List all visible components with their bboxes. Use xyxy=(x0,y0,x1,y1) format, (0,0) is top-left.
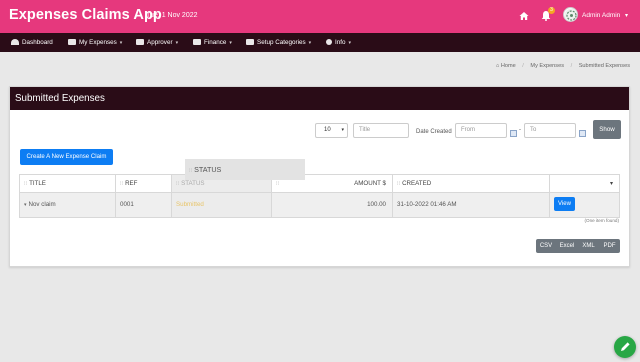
nav-item-approver[interactable]: Approver ▾ xyxy=(136,33,178,52)
column-label: STATUS xyxy=(181,180,205,187)
export-buttons: CSV Excel XML PDF xyxy=(536,239,620,253)
avatar[interactable] xyxy=(563,7,578,22)
show-button[interactable]: Show xyxy=(593,120,621,139)
page-size-select[interactable]: 10 ▾ xyxy=(315,123,348,138)
nav-item-label: Dashboard xyxy=(22,39,53,46)
title-filter-input[interactable]: Title xyxy=(353,123,409,138)
cell-actions: View xyxy=(550,193,619,217)
nav-item-label: Finance xyxy=(204,39,227,46)
dragged-column-status[interactable]: ⁞⁞ STATUS xyxy=(185,159,305,180)
date-to-input[interactable]: To xyxy=(524,123,576,138)
expand-caret-icon[interactable]: ▾ xyxy=(24,202,27,208)
cell-text: Nov claim xyxy=(28,201,56,208)
cell-created: 31-10-2022 01:46 AM xyxy=(393,193,550,217)
breadcrumb-my-expenses[interactable]: My Expenses xyxy=(530,63,564,69)
nav-item-label: Setup Categories xyxy=(257,39,306,46)
home-icon: ⌂ xyxy=(495,63,500,69)
nav-item-label: My Expenses xyxy=(79,39,117,46)
column-chooser[interactable]: ▾ xyxy=(550,175,619,192)
chevron-down-icon: ▾ xyxy=(119,40,123,46)
nav-item-setup-categories[interactable]: Setup Categories ▾ xyxy=(246,33,311,52)
nav-item-finance[interactable]: Finance ▾ xyxy=(193,33,232,52)
calendar-icon[interactable] xyxy=(579,130,586,137)
main-nav: Dashboard My Expenses ▾ Approver ▾ Finance… xyxy=(0,33,640,52)
app-title[interactable]: Expenses Claims App xyxy=(9,7,162,23)
approver-icon xyxy=(136,39,144,46)
column-label: AMOUNT $ xyxy=(354,180,386,187)
edit-fab-button[interactable] xyxy=(614,336,636,358)
header-date: Tue, 1 Nov 2022 xyxy=(146,12,198,19)
column-label: CREATED xyxy=(402,180,432,187)
table-row[interactable]: ▾ Nov claim 0001 Submitted 100.00 31-10-2… xyxy=(20,193,619,217)
info-icon xyxy=(326,39,332,46)
drag-handle-icon[interactable]: ⁞⁞ xyxy=(189,168,192,174)
calendar-icon[interactable] xyxy=(510,130,517,137)
nav-item-my-expenses[interactable]: My Expenses ▾ xyxy=(68,33,122,52)
export-excel-button[interactable]: Excel xyxy=(556,239,578,253)
notification-badge: 3 xyxy=(548,7,555,14)
wallet-icon xyxy=(68,39,76,46)
cell-title: ▾ Nov claim xyxy=(20,193,116,217)
cell-ref: 0001 xyxy=(116,193,172,217)
dragged-column-label: STATUS xyxy=(194,165,222,174)
avatar-image xyxy=(564,8,577,21)
status-badge: Submitted xyxy=(176,201,204,208)
date-from-input[interactable]: From xyxy=(455,123,507,138)
cell-status: Submitted xyxy=(172,193,272,217)
chevron-down-icon: ▾ xyxy=(341,127,344,133)
expenses-table: ⁞⁞ TITLE ⁞⁞ REF ⁞⁞ STATUS ⁞⁞ AMOUNT $ ⁞⁞ CREA… xyxy=(19,174,620,218)
column-header-title[interactable]: ⁞⁞ TITLE xyxy=(20,175,116,192)
drag-handle-icon[interactable]: ⁞⁞ xyxy=(176,181,179,187)
breadcrumb: ⌂ Home / My Expenses / Submitted Expense… xyxy=(496,63,630,69)
chevron-down-icon: ▾ xyxy=(175,40,179,46)
breadcrumb-home[interactable]: Home xyxy=(501,63,516,69)
drag-handle-icon[interactable]: ⁞⁞ xyxy=(397,181,400,187)
dashboard-icon xyxy=(11,39,19,46)
breadcrumb-separator: / xyxy=(570,63,573,69)
top-bar: Expenses Claims App Tue, 1 Nov 2022 3 Ad… xyxy=(0,0,640,33)
page-size-value: 10 xyxy=(324,127,331,133)
breadcrumb-current: Submitted Expenses xyxy=(578,63,630,69)
nav-item-label: Approver xyxy=(147,39,173,46)
user-name[interactable]: Admin Admin xyxy=(582,12,620,19)
chevron-down-icon[interactable]: ▾ xyxy=(625,12,628,19)
column-header-ref[interactable]: ⁞⁞ REF xyxy=(116,175,172,192)
export-csv-button[interactable]: CSV xyxy=(536,239,556,253)
drag-handle-icon[interactable]: ⁞⁞ xyxy=(120,181,123,187)
export-xml-button[interactable]: XML xyxy=(578,239,599,253)
chevron-down-icon[interactable]: ▾ xyxy=(610,175,613,193)
nav-item-dashboard[interactable]: Dashboard xyxy=(11,33,53,52)
view-button[interactable]: View xyxy=(554,197,575,211)
drag-handle-icon[interactable]: ⁞⁞ xyxy=(276,181,279,187)
panel-title: Submitted Expenses xyxy=(10,87,629,110)
export-pdf-button[interactable]: PDF xyxy=(599,239,620,253)
chevron-down-icon: ▾ xyxy=(348,40,352,46)
column-label: TITLE xyxy=(29,180,46,187)
cell-amount: 100.00 xyxy=(272,193,393,217)
nav-item-info[interactable]: Info ▾ xyxy=(326,33,351,52)
finance-icon xyxy=(193,39,201,46)
drag-handle-icon[interactable]: ⁞⁞ xyxy=(24,181,27,187)
create-expense-claim-button[interactable]: Create A New Expense Claim xyxy=(20,149,113,165)
date-created-label: Date Created xyxy=(416,129,452,135)
submitted-expenses-panel: Submitted Expenses 10 ▾ Title Date Creat… xyxy=(9,86,630,267)
pencil-icon xyxy=(621,342,630,351)
breadcrumb-separator: / xyxy=(522,63,524,69)
column-label: REF xyxy=(125,180,138,187)
item-count: (One item found) xyxy=(584,218,619,223)
date-range-dash: - xyxy=(519,127,521,133)
chevron-down-icon: ▾ xyxy=(229,40,232,46)
list-icon xyxy=(246,39,254,46)
column-header-created[interactable]: ⁞⁞ CREATED xyxy=(393,175,550,192)
chevron-down-icon: ▾ xyxy=(308,40,312,46)
home-icon[interactable] xyxy=(519,11,529,21)
nav-item-label: Info xyxy=(335,39,346,46)
table-header: ⁞⁞ TITLE ⁞⁞ REF ⁞⁞ STATUS ⁞⁞ AMOUNT $ ⁞⁞ CREA… xyxy=(20,175,619,193)
